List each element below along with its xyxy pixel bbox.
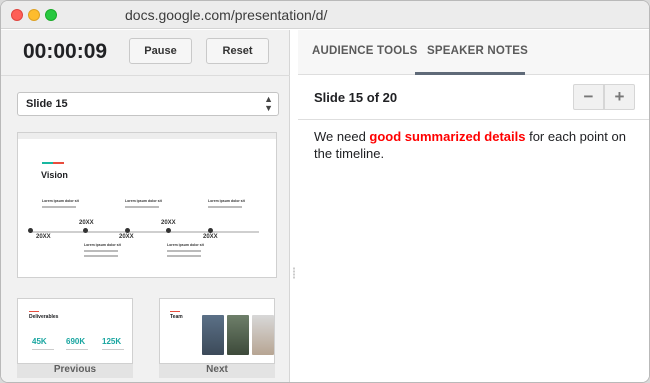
stat-text-line xyxy=(32,349,54,350)
title-bar: docs.google.com/presentation/d/ xyxy=(1,1,649,29)
timeline-point xyxy=(125,228,130,233)
presenter-left-panel: 00:00:09 Pause Reset Slide 15 ▲ ▼ Vision … xyxy=(1,30,290,382)
notes-text: We need xyxy=(314,129,370,144)
panel-resize-handle[interactable] xyxy=(293,267,295,279)
timeline-text-line xyxy=(167,250,201,252)
timeline-label: Lorem ipsum dolor sit xyxy=(167,243,204,247)
previous-slide-preview: Deliverables 45K 690K 125K xyxy=(17,298,133,364)
timeline-label: Lorem ipsum dolor sit xyxy=(84,243,121,247)
thumb-slide-title: Team xyxy=(170,314,183,320)
stat-text-line xyxy=(66,349,88,350)
timeline-text-line xyxy=(167,255,201,257)
timeline-point xyxy=(28,228,33,233)
maximize-window-button[interactable] xyxy=(45,9,57,21)
slide-select[interactable]: Slide 15 ▲ ▼ xyxy=(17,92,279,116)
notes-highlight: good summarized details xyxy=(369,129,526,144)
divider xyxy=(1,75,290,76)
decrease-font-button[interactable]: − xyxy=(573,84,604,110)
select-arrows-icon: ▲ ▼ xyxy=(264,94,273,113)
minimize-window-button[interactable] xyxy=(28,9,40,21)
stat-text-line xyxy=(102,349,124,350)
slide-counter: Slide 15 of 20 xyxy=(314,90,398,105)
timeline-point xyxy=(166,228,171,233)
timeline-text-line xyxy=(84,250,118,252)
title-accent-line xyxy=(29,311,39,312)
team-photo xyxy=(227,315,249,355)
next-caption: Next xyxy=(206,364,228,375)
timeline-label: Lorem ipsum dolor sit xyxy=(125,199,162,203)
tab-speaker-notes[interactable]: SPEAKER NOTES xyxy=(427,45,528,57)
timeline-year: 20XX xyxy=(119,234,134,240)
stat-value: 690K xyxy=(66,337,86,346)
url-field[interactable]: docs.google.com/presentation/d/ xyxy=(125,7,327,23)
plus-icon: + xyxy=(614,87,625,106)
tab-bar: AUDIENCE TOOLS SPEAKER NOTES xyxy=(298,30,649,75)
timeline-text-line xyxy=(42,206,76,208)
title-accent-line xyxy=(42,162,64,164)
tab-audience-tools[interactable]: AUDIENCE TOOLS xyxy=(312,45,417,57)
minus-icon: − xyxy=(583,87,594,106)
previous-caption: Previous xyxy=(53,364,97,375)
timeline-year: 20XX xyxy=(36,234,51,240)
timeline-label: Lorem ipsum dolor sit xyxy=(42,199,79,203)
speaker-notes-text[interactable]: We need good summarized details for each… xyxy=(314,128,639,162)
pause-button[interactable]: Pause xyxy=(129,38,192,64)
team-photo xyxy=(252,315,274,355)
presenter-window: docs.google.com/presentation/d/ 00:00:09… xyxy=(0,0,650,383)
stat-value: 45K xyxy=(32,337,47,346)
timeline-point xyxy=(83,228,88,233)
reset-button[interactable]: Reset xyxy=(206,38,269,64)
timeline-year: 20XX xyxy=(203,234,218,240)
presenter-right-panel: AUDIENCE TOOLS SPEAKER NOTES Slide 15 of… xyxy=(298,30,649,382)
previous-slide-thumbnail[interactable]: Deliverables 45K 690K 125K Previous xyxy=(17,298,133,378)
timeline-text-line xyxy=(208,206,242,208)
close-window-button[interactable] xyxy=(11,9,23,21)
slide-title: Vision xyxy=(41,170,68,180)
team-photo xyxy=(202,315,224,355)
slide-select-value: Slide 15 xyxy=(26,98,68,110)
slide-top-bar xyxy=(18,133,276,139)
presentation-timer: 00:00:09 xyxy=(23,40,108,63)
timeline-point xyxy=(208,228,213,233)
increase-font-button[interactable]: + xyxy=(604,84,635,110)
active-tab-indicator xyxy=(415,72,525,75)
timeline-label: Lorem ipsum dolor sit xyxy=(208,199,245,203)
timeline-year: 20XX xyxy=(161,220,176,226)
title-accent-line xyxy=(170,311,180,312)
timeline-text-line xyxy=(84,255,118,257)
divider xyxy=(298,119,649,120)
timeline-year: 20XX xyxy=(79,220,94,226)
stat-value: 125K xyxy=(102,337,122,346)
thumb-slide-title: Deliverables xyxy=(29,314,59,320)
next-slide-preview: Team xyxy=(159,298,275,364)
next-slide-thumbnail[interactable]: Team Next xyxy=(159,298,275,378)
timeline-text-line xyxy=(125,206,159,208)
current-slide-preview: Vision 20XX 20XX 20XX 20XX 20XX Lorem ip… xyxy=(17,132,277,278)
timeline-line xyxy=(29,231,259,233)
